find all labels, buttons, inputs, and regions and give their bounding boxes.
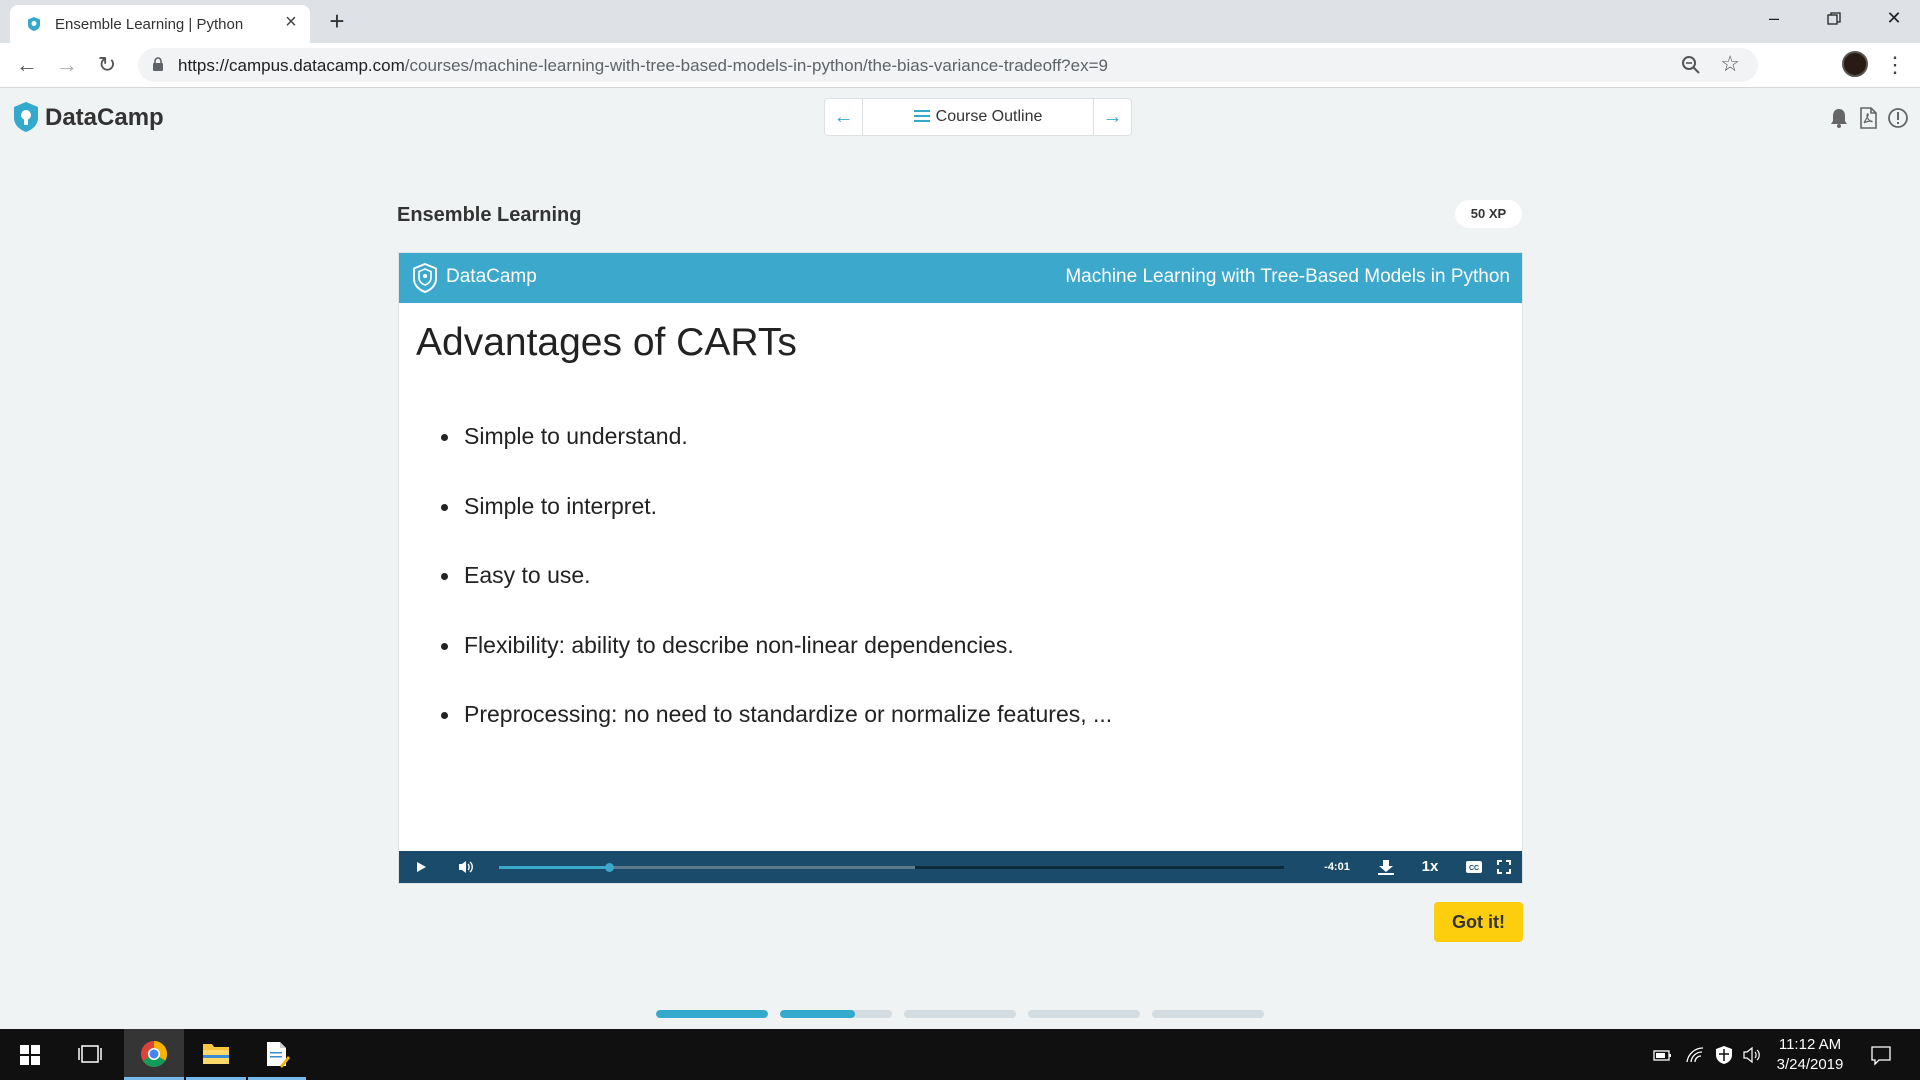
slide-brand: DataCamp: [446, 266, 537, 287]
notepad-icon: [267, 1042, 290, 1068]
folder-icon: [203, 1044, 229, 1064]
volume-tray-icon[interactable]: [1742, 1045, 1762, 1065]
slide-bullet-list: Simple to understand. Simple to interpre…: [441, 423, 1112, 771]
slide-course-title: Machine Learning with Tree-Based Models …: [1065, 266, 1510, 287]
brand-name[interactable]: DataCamp: [45, 104, 164, 132]
start-button[interactable]: [0, 1029, 60, 1080]
task-view-icon: [78, 1045, 102, 1063]
course-outline-nav: ← Course Outline →: [824, 98, 1132, 136]
new-tab-button[interactable]: +: [322, 6, 352, 36]
address-bar[interactable]: https://campus.datacamp.com/courses/mach…: [138, 48, 1758, 82]
browser-menu-icon[interactable]: ⋮: [1884, 50, 1906, 80]
task-view-button[interactable]: [62, 1029, 118, 1080]
playback-speed-button[interactable]: 1x: [1413, 851, 1447, 883]
video-scrub-handle[interactable]: [604, 863, 614, 872]
notification-bell-icon[interactable]: [1828, 107, 1850, 129]
chrome-icon: [141, 1040, 168, 1067]
time-remaining: -4:01: [1324, 861, 1350, 873]
slide-datacamp-logo-icon: [413, 262, 437, 294]
zoom-icon[interactable]: [1680, 54, 1702, 76]
back-arrow-icon[interactable]: ←: [12, 50, 42, 80]
slide-header-bar: DataCamp Machine Learning with Tree-Base…: [399, 253, 1522, 303]
window-close-icon[interactable]: ✕: [1864, 0, 1920, 38]
report-issue-icon[interactable]: [1887, 107, 1909, 129]
course-outline-button[interactable]: Course Outline: [863, 99, 1093, 135]
reload-icon[interactable]: ↻: [92, 50, 122, 80]
security-shield-icon[interactable]: [1714, 1045, 1734, 1065]
lesson-step-fill: [780, 1010, 856, 1018]
lesson-progress-steps: [656, 1010, 1264, 1018]
fullscreen-icon[interactable]: [1489, 851, 1519, 883]
clock-time: 11:12 AM: [1778, 1036, 1842, 1053]
lesson-step[interactable]: [1028, 1010, 1140, 1018]
lesson-step-fill: [656, 1010, 768, 1018]
download-icon[interactable]: [1371, 851, 1401, 883]
pdf-slides-icon[interactable]: [1857, 107, 1879, 129]
slide-bullet: Easy to use.: [441, 562, 1112, 632]
video-progress-bar[interactable]: [499, 863, 1284, 872]
browser-tab[interactable]: Ensemble Learning | Python ×: [10, 5, 310, 43]
forward-arrow-icon[interactable]: →: [52, 50, 82, 80]
course-outline-label: Course Outline: [935, 108, 1043, 125]
slide-bullet: Flexibility: ability to describe non-lin…: [441, 632, 1112, 702]
taskbar-clock[interactable]: 11:12 AM 3/24/2019: [1760, 1035, 1860, 1075]
datacamp-header: DataCamp ← Course Outline →: [0, 89, 1920, 145]
lesson-step[interactable]: [780, 1010, 892, 1018]
tab-close-icon[interactable]: ×: [280, 11, 302, 33]
previous-exercise-arrow-icon[interactable]: ←: [825, 99, 863, 135]
slide-bullet: Simple to interpret.: [441, 493, 1112, 563]
lesson-step[interactable]: [1152, 1010, 1264, 1018]
slide-heading: Advantages of CARTs: [416, 321, 797, 364]
wifi-icon[interactable]: [1685, 1045, 1705, 1065]
windows-taskbar: 11:12 AM 3/24/2019: [0, 1029, 1920, 1080]
url-path: /courses/machine-learning-with-tree-base…: [404, 56, 1108, 75]
profile-avatar[interactable]: [1842, 51, 1868, 77]
got-it-button[interactable]: Got it!: [1434, 902, 1523, 942]
clock-date: 3/24/2019: [1776, 1056, 1844, 1073]
url-text[interactable]: https://campus.datacamp.com/courses/mach…: [178, 56, 1108, 76]
video-played-bar: [499, 866, 609, 869]
lesson-step[interactable]: [904, 1010, 1016, 1018]
lesson-step[interactable]: [656, 1010, 768, 1018]
browser-tab-strip: Ensemble Learning | Python × + – ✕: [0, 0, 1920, 43]
taskbar-chrome[interactable]: [124, 1029, 184, 1080]
url-host: https://campus.datacamp.com: [178, 56, 405, 75]
battery-icon[interactable]: [1652, 1045, 1672, 1065]
datacamp-favicon-icon: [28, 17, 40, 31]
xp-badge: 50 XP: [1455, 200, 1522, 228]
exercise-title: Ensemble Learning: [397, 204, 582, 226]
taskbar-file-explorer[interactable]: [186, 1029, 246, 1080]
slide-bullet: Simple to understand.: [441, 423, 1112, 493]
browser-toolbar: ← → ↻ https://campus.datacamp.com/course…: [0, 43, 1920, 88]
play-button[interactable]: [407, 851, 435, 883]
bookmark-star-icon[interactable]: ☆: [1720, 51, 1740, 77]
volume-icon[interactable]: [451, 851, 481, 883]
closed-captions-icon[interactable]: CC: [1459, 851, 1489, 883]
action-center-icon[interactable]: [1870, 1044, 1892, 1066]
slide-bullet: Preprocessing: no need to standardize or…: [441, 701, 1112, 771]
svg-text:CC: CC: [1469, 865, 1479, 872]
restore-icon[interactable]: [1804, 0, 1864, 38]
menu-icon: [913, 110, 930, 122]
video-controls: -4:01 1x CC: [399, 851, 1522, 883]
video-player[interactable]: DataCamp Machine Learning with Tree-Base…: [398, 252, 1523, 884]
datacamp-logo-icon[interactable]: [12, 101, 40, 133]
next-exercise-arrow-icon[interactable]: →: [1093, 99, 1131, 135]
lock-icon: [153, 57, 163, 71]
tab-title: Ensemble Learning | Python: [55, 16, 244, 33]
taskbar-notepad-app[interactable]: [248, 1029, 306, 1080]
windows-logo-icon: [20, 1045, 40, 1065]
minimize-icon[interactable]: –: [1744, 0, 1804, 38]
